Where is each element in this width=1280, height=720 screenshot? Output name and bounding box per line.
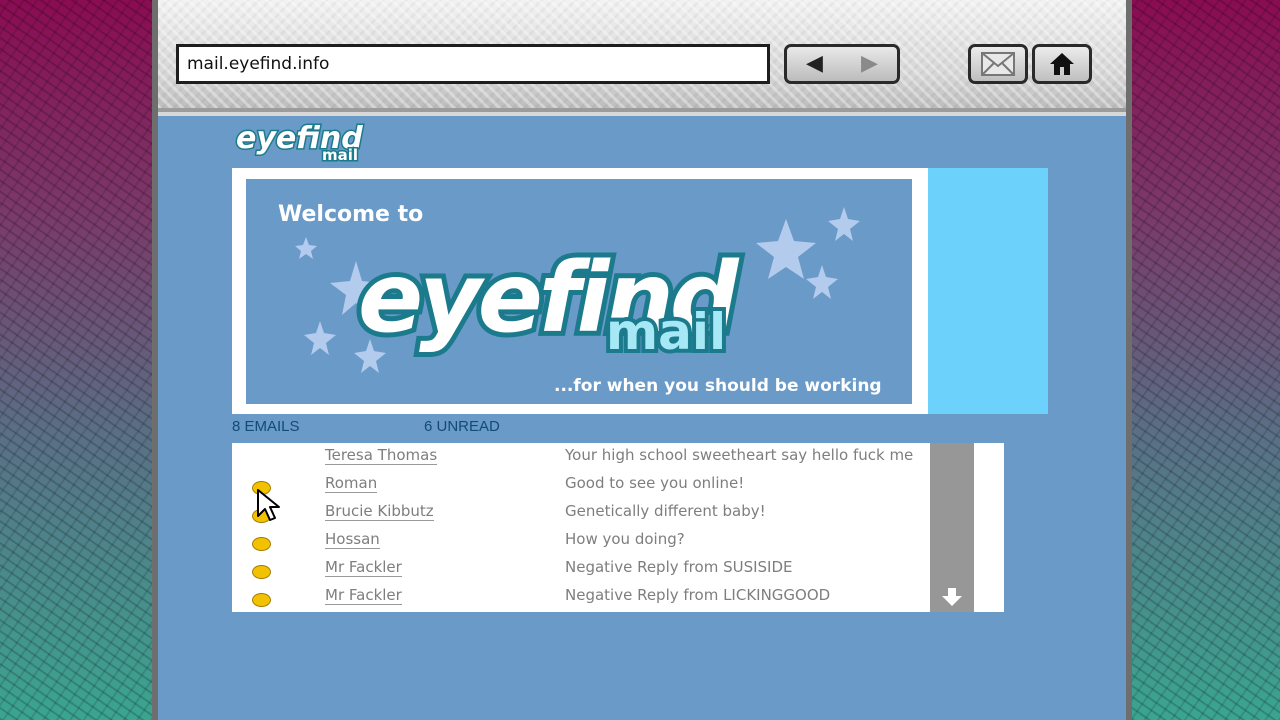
home-icon xyxy=(1050,53,1074,75)
address-bar[interactable]: mail.eyefind.info xyxy=(176,44,770,84)
row-sender[interactable]: Mr Fackler xyxy=(325,586,402,605)
inbox-row[interactable]: Roman Good to see you online! xyxy=(232,471,1004,499)
browser-toolbar: mail.eyefind.info ◀ ▶ xyxy=(158,0,1126,112)
nav-buttons: ◀ ▶ xyxy=(784,44,900,84)
row-sender[interactable]: Roman xyxy=(325,474,378,493)
inbox-scrollbar[interactable] xyxy=(930,443,974,612)
inbox-row[interactable]: Mr Fackler Negative Reply from LICKINGGO… xyxy=(232,583,1004,611)
inbox-list: Teresa Thomas Your high school sweethear… xyxy=(232,443,1004,612)
row-subject: Negative Reply from SUSISIDE xyxy=(565,558,793,576)
background-texture-right xyxy=(1132,0,1280,720)
unread-dot-icon xyxy=(252,481,271,495)
envelope-icon xyxy=(981,52,1015,76)
forward-arrow-icon[interactable]: ▶ xyxy=(861,53,878,75)
row-subject: How you doing? xyxy=(565,530,685,548)
unread-count: 6 UNREAD xyxy=(424,418,500,435)
eyefind-mail-logo[interactable]: eyefind mail xyxy=(232,116,378,166)
unread-dot-icon xyxy=(252,593,271,607)
banner-graphic: Welcome to eyefind mail ...for when you … xyxy=(278,202,882,396)
row-sender[interactable]: Mr Fackler xyxy=(325,558,402,577)
mail-button[interactable] xyxy=(968,44,1028,84)
ad-slot xyxy=(928,168,1048,414)
welcome-text: Welcome to xyxy=(278,202,423,227)
brand-sub: mail xyxy=(606,303,726,361)
browser-window: mail.eyefind.info ◀ ▶ eyefind mail Welco… xyxy=(152,0,1132,720)
address-text: mail.eyefind.info xyxy=(187,54,330,74)
row-subject: Genetically different baby! xyxy=(565,502,766,520)
logo-sub: mail xyxy=(322,146,358,164)
web-page: eyefind mail Welcome to eyefind mail ...… xyxy=(158,116,1126,720)
inbox-row[interactable]: Teresa Thomas Your high school sweethear… xyxy=(232,443,1004,471)
back-arrow-icon[interactable]: ◀ xyxy=(806,53,823,75)
inbox-row[interactable]: Mr Fackler Negative Reply from SUSISIDE xyxy=(232,555,1004,583)
row-subject: Your high school sweetheart say hello fu… xyxy=(565,446,914,464)
email-count: 8 EMAILS xyxy=(232,418,300,435)
welcome-banner: Welcome to eyefind mail ...for when you … xyxy=(246,179,912,404)
scroll-down-arrow-icon[interactable] xyxy=(942,588,962,606)
inbox-row[interactable]: Hossan How you doing? xyxy=(232,527,1004,555)
row-sender[interactable]: Hossan xyxy=(325,530,380,549)
row-sender[interactable]: Brucie Kibbutz xyxy=(325,502,434,521)
row-sender[interactable]: Teresa Thomas xyxy=(325,446,438,465)
banner-frame: Welcome to eyefind mail ...for when you … xyxy=(232,168,928,414)
row-subject: Good to see you online! xyxy=(565,474,745,492)
row-subject: Negative Reply from LICKINGGOOD xyxy=(565,586,831,604)
unread-dot-icon xyxy=(252,565,271,579)
inbox-row[interactable]: Brucie Kibbutz Genetically different bab… xyxy=(232,499,1004,527)
unread-dot-icon xyxy=(252,509,271,523)
unread-dot-icon xyxy=(252,537,271,551)
tagline: ...for when you should be working xyxy=(554,376,882,396)
background-texture-left xyxy=(0,0,152,720)
mail-counts: 8 EMAILS 6 UNREAD xyxy=(232,418,832,436)
home-button[interactable] xyxy=(1032,44,1092,84)
